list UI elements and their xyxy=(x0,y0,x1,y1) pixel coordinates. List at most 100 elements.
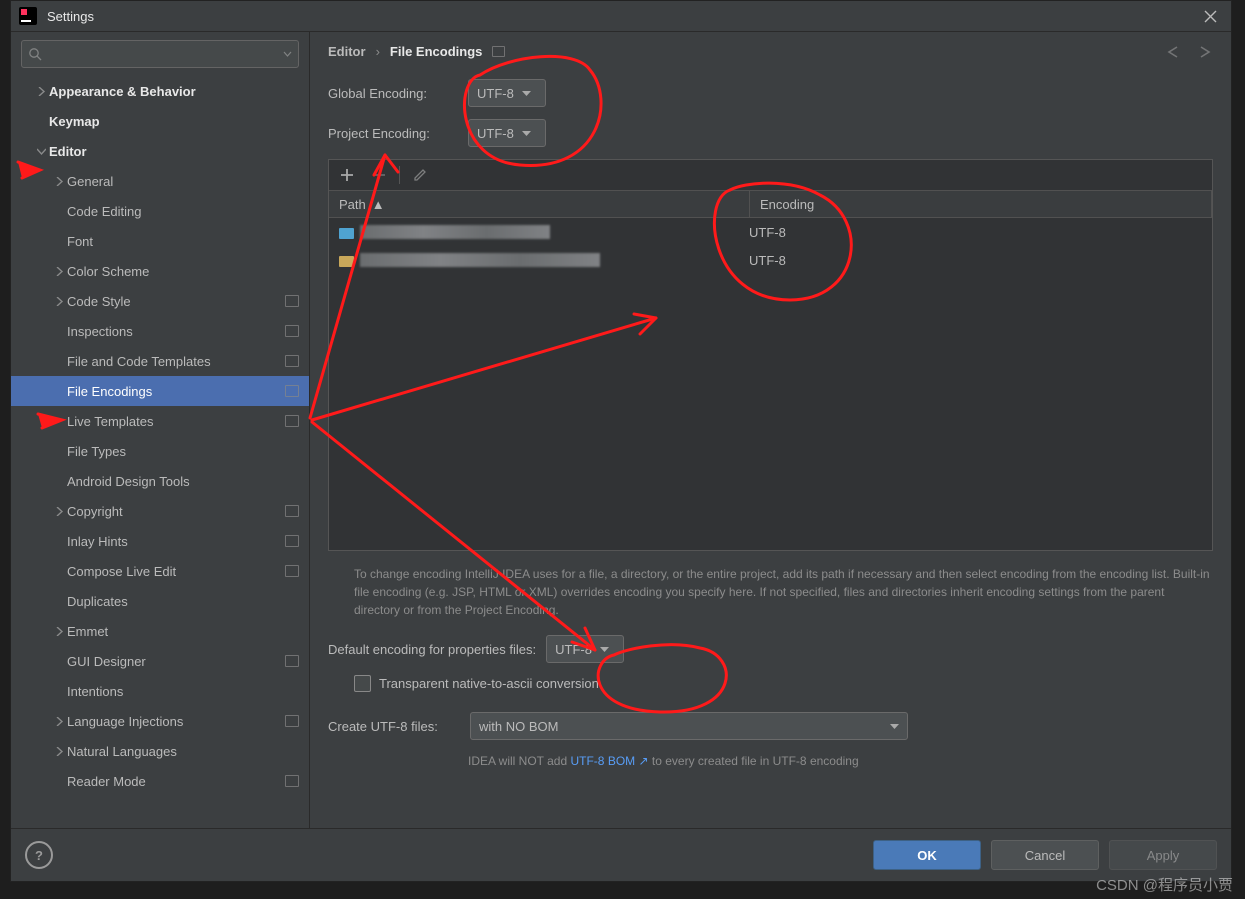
tree-item-gui-designer[interactable]: GUI Designer xyxy=(11,646,309,676)
project-encoding-dropdown[interactable]: UTF-8 xyxy=(468,119,546,147)
chevron-right-icon xyxy=(51,507,67,516)
create-files-dropdown[interactable]: with NO BOM xyxy=(470,712,908,740)
nav-back-icon[interactable] xyxy=(1165,45,1183,59)
default-props-dropdown[interactable]: UTF-8 xyxy=(546,635,624,663)
project-scope-icon xyxy=(285,385,299,397)
chevron-right-icon xyxy=(51,717,67,726)
tree-label: File Encodings xyxy=(67,384,285,399)
window-title: Settings xyxy=(47,9,94,24)
tree-label: File and Code Templates xyxy=(67,354,285,369)
main-panel: Editor › File Encodings Global Encoding:… xyxy=(310,32,1231,828)
tree-item-file-encodings[interactable]: File Encodings xyxy=(11,376,309,406)
tree-item-keymap[interactable]: Keymap xyxy=(11,106,309,136)
global-encoding-dropdown[interactable]: UTF-8 xyxy=(468,79,546,107)
tree-label: Editor xyxy=(49,144,299,159)
help-text: To change encoding IntelliJ IDEA uses fo… xyxy=(354,565,1213,619)
tree-item-duplicates[interactable]: Duplicates xyxy=(11,586,309,616)
edit-button[interactable] xyxy=(408,163,432,187)
chevron-down-icon xyxy=(522,129,531,138)
create-files-value: with NO BOM xyxy=(479,719,558,734)
chevron-down-icon xyxy=(890,722,899,731)
tree-item-color-scheme[interactable]: Color Scheme xyxy=(11,256,309,286)
remove-button[interactable] xyxy=(367,163,391,187)
column-encoding[interactable]: Encoding xyxy=(750,191,1212,217)
tree-item-live-templates[interactable]: Live Templates xyxy=(11,406,309,436)
chevron-down-icon xyxy=(600,645,609,654)
close-button[interactable] xyxy=(1198,6,1223,27)
tree-item-emmet[interactable]: Emmet xyxy=(11,616,309,646)
tree-label: Emmet xyxy=(67,624,299,639)
tree-item-appearance-behavior[interactable]: Appearance & Behavior xyxy=(11,76,309,106)
cancel-button[interactable]: Cancel xyxy=(991,840,1099,870)
settings-tree[interactable]: Appearance & Behavior Keymap Editor General… xyxy=(11,76,309,828)
bom-link[interactable]: UTF-8 BOM xyxy=(570,754,635,768)
tree-item-file-types[interactable]: File Types xyxy=(11,436,309,466)
tree-label: Color Scheme xyxy=(67,264,299,279)
tree-item-inlay-hints[interactable]: Inlay Hints xyxy=(11,526,309,556)
tree-label: Compose Live Edit xyxy=(67,564,285,579)
tree-item-editor[interactable]: Editor xyxy=(11,136,309,166)
folder-icon xyxy=(339,226,354,239)
tree-item-file-and-code-templates[interactable]: File and Code Templates xyxy=(11,346,309,376)
tree-item-reader-mode[interactable]: Reader Mode xyxy=(11,766,309,796)
apply-button[interactable]: Apply xyxy=(1109,840,1217,870)
tree-item-natural-languages[interactable]: Natural Languages xyxy=(11,736,309,766)
project-encoding-label: Project Encoding: xyxy=(328,126,458,141)
tree-item-inspections[interactable]: Inspections xyxy=(11,316,309,346)
search-input[interactable] xyxy=(21,40,299,68)
nav-forward-icon[interactable] xyxy=(1195,45,1213,59)
chevron-down-icon xyxy=(33,147,49,156)
encoding-cell: UTF-8 xyxy=(739,225,1212,240)
project-scope-icon xyxy=(285,355,299,367)
tree-item-copyright[interactable]: Copyright xyxy=(11,496,309,526)
tree-item-android-design-tools[interactable]: Android Design Tools xyxy=(11,466,309,496)
default-props-value: UTF-8 xyxy=(555,642,592,657)
tree-label: File Types xyxy=(67,444,299,459)
tree-label: Code Editing xyxy=(67,204,299,219)
transparent-ascii-checkbox[interactable] xyxy=(354,675,371,692)
search-icon xyxy=(28,47,42,61)
search-box xyxy=(11,32,309,76)
chevron-right-icon xyxy=(33,87,49,96)
table-row[interactable]: UTF-8 xyxy=(329,246,1212,274)
table-row[interactable]: UTF-8 xyxy=(329,218,1212,246)
scope-icon[interactable] xyxy=(492,46,505,57)
tree-item-code-editing[interactable]: Code Editing xyxy=(11,196,309,226)
app-icon xyxy=(19,7,37,25)
tree-item-language-injections[interactable]: Language Injections xyxy=(11,706,309,736)
tree-item-general[interactable]: General xyxy=(11,166,309,196)
global-encoding-label: Global Encoding: xyxy=(328,86,458,101)
tree-label: Inspections xyxy=(67,324,285,339)
breadcrumb-current: File Encodings xyxy=(390,44,482,59)
breadcrumb: Editor › File Encodings xyxy=(328,44,1213,59)
tree-item-compose-live-edit[interactable]: Compose Live Edit xyxy=(11,556,309,586)
titlebar: Settings xyxy=(11,1,1231,31)
tree-label: GUI Designer xyxy=(67,654,285,669)
project-scope-icon xyxy=(285,295,299,307)
tree-item-font[interactable]: Font xyxy=(11,226,309,256)
project-scope-icon xyxy=(285,505,299,517)
encoding-table: Path▲ Encoding UTF-8 UTF-8 xyxy=(328,159,1213,551)
column-path[interactable]: Path▲ xyxy=(329,191,750,217)
breadcrumb-root[interactable]: Editor xyxy=(328,44,366,59)
help-button[interactable]: ? xyxy=(25,841,53,869)
global-encoding-value: UTF-8 xyxy=(477,86,514,101)
tree-label: Reader Mode xyxy=(67,774,285,789)
add-button[interactable] xyxy=(335,163,359,187)
project-scope-icon xyxy=(285,415,299,427)
encoding-cell: UTF-8 xyxy=(739,253,1212,268)
ok-button[interactable]: OK xyxy=(873,840,981,870)
bom-note: IDEA will NOT add UTF-8 BOM ↗ to every c… xyxy=(468,754,1213,768)
chevron-right-icon xyxy=(51,747,67,756)
tree-label: Intentions xyxy=(67,684,299,699)
tree-label: General xyxy=(67,174,299,189)
tree-item-intentions[interactable]: Intentions xyxy=(11,676,309,706)
project-scope-icon xyxy=(285,775,299,787)
tree-label: Keymap xyxy=(49,114,299,129)
project-scope-icon xyxy=(285,535,299,547)
project-scope-icon xyxy=(285,715,299,727)
chevron-right-icon xyxy=(51,267,67,276)
tree-item-code-style[interactable]: Code Style xyxy=(11,286,309,316)
chevron-right-icon xyxy=(51,627,67,636)
project-scope-icon xyxy=(285,655,299,667)
